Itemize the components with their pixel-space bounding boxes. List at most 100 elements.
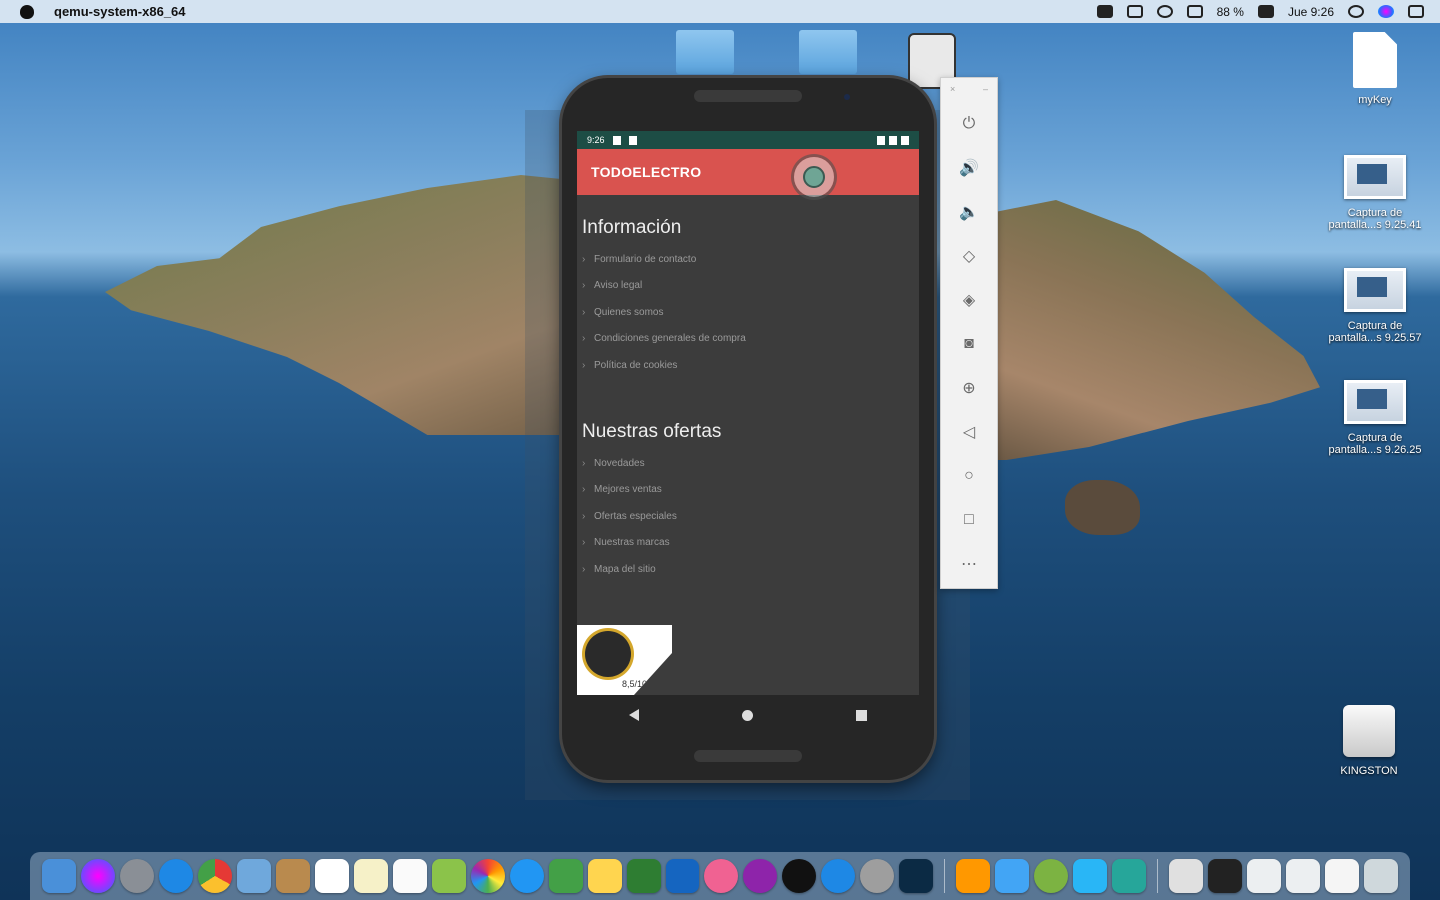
footer-link[interactable]: Mapa del sitio <box>582 557 919 584</box>
home-icon[interactable]: ○ <box>959 466 979 486</box>
reminders-icon[interactable] <box>392 859 427 893</box>
keynote-icon[interactable] <box>665 859 700 893</box>
chrome-icon[interactable] <box>197 859 232 893</box>
stickies-icon[interactable] <box>353 859 388 893</box>
messages-icon[interactable] <box>509 859 544 893</box>
maps-icon[interactable] <box>431 859 466 893</box>
volume-up-icon[interactable]: 🔊 <box>959 158 979 178</box>
footer-link[interactable]: Formulario de contacto <box>582 247 919 274</box>
phone-speaker <box>694 750 802 762</box>
footer-link[interactable]: Novedades <box>582 451 919 478</box>
footer-link[interactable]: Ofertas especiales <box>582 504 919 531</box>
rotate-left-icon[interactable]: ◇ <box>959 246 979 266</box>
desktop-folder[interactable] <box>799 30 857 74</box>
document-icon <box>1353 32 1397 88</box>
menu-bar-status: 88 % Jue 9:26 <box>1096 0 1424 23</box>
close-icon[interactable]: × <box>950 84 955 94</box>
sublime-icon[interactable] <box>956 859 991 893</box>
footer-link[interactable]: Quienes somos <box>582 300 919 327</box>
menu-bar-clock[interactable]: Jue 9:26 <box>1288 5 1334 19</box>
notes-icon[interactable] <box>587 859 622 893</box>
android-status-bar: 9:26 <box>577 131 919 149</box>
siri-icon[interactable] <box>80 859 115 893</box>
tv-icon[interactable] <box>782 859 817 893</box>
sd-card-icon <box>628 135 637 145</box>
preview-icon[interactable] <box>236 859 271 893</box>
system-preferences-icon[interactable] <box>860 859 895 893</box>
overview-icon[interactable]: □ <box>959 510 979 530</box>
app-store-icon[interactable] <box>821 859 856 893</box>
emulator-toolbar: × – ⏻ 🔊 🔈 ◇ ◈ ◙ ⊕ ◁ ○ □ ⋯ <box>940 77 998 589</box>
app-bar: TODOELECTRO <box>577 149 919 197</box>
photoshop-icon[interactable] <box>899 859 934 893</box>
migration-icon[interactable] <box>1073 859 1108 893</box>
safari-icon[interactable] <box>158 859 193 893</box>
active-app-name[interactable]: qemu-system-x86_64 <box>54 4 186 19</box>
desktop-folder[interactable] <box>676 30 734 74</box>
trash-icon[interactable] <box>1363 859 1398 893</box>
spotlight-icon[interactable] <box>1348 5 1364 18</box>
airplay-icon[interactable] <box>1126 5 1143 18</box>
footer-link[interactable]: Política de cookies <box>582 353 919 380</box>
battery-percentage[interactable]: 88 % <box>1217 5 1244 19</box>
xcode-icon[interactable] <box>995 859 1030 893</box>
rotate-right-icon[interactable]: ◈ <box>959 290 979 310</box>
desktop-item-mykey[interactable]: myKey <box>1320 32 1430 106</box>
home-icon[interactable] <box>741 709 753 721</box>
phone-camera <box>844 94 850 100</box>
footer-section-ofertas: Nuestras ofertas Novedades Mejores venta… <box>577 421 919 583</box>
terminal-icon[interactable] <box>1112 859 1147 893</box>
more-icon[interactable]: ⋯ <box>959 554 979 574</box>
podcasts-icon[interactable] <box>743 859 778 893</box>
minimize-icon[interactable]: – <box>983 84 988 94</box>
desktop-item-screenshot[interactable]: Captura de pantalla...s 9.26.25 <box>1320 380 1430 456</box>
overview-icon[interactable] <box>856 709 868 721</box>
battery-icon[interactable] <box>1257 5 1274 18</box>
app-title[interactable]: TODOELECTRO <box>591 164 701 180</box>
cloud-icon[interactable] <box>1096 5 1113 18</box>
screenshot-thumbnail-icon <box>1344 268 1406 312</box>
desktop-wallpaper-rock <box>1065 480 1140 535</box>
desktop-wallpaper-island-right <box>990 200 1320 460</box>
screenshot-stack-icon[interactable] <box>1247 859 1282 893</box>
facetime-icon[interactable] <box>548 859 583 893</box>
screenshot-stack-icon[interactable] <box>1286 859 1320 893</box>
footer-link[interactable]: Nuestras marcas <box>582 530 919 557</box>
dock-separator <box>1157 859 1159 893</box>
time-machine-icon[interactable] <box>1156 5 1173 18</box>
notification-center-icon[interactable] <box>1408 5 1424 18</box>
footer-link[interactable]: Aviso legal <box>582 273 919 300</box>
launchpad-icon[interactable] <box>119 859 154 893</box>
desktop-item-screenshot[interactable]: Captura de pantalla...s 9.25.41 <box>1320 155 1430 231</box>
power-icon[interactable]: ⏻ <box>959 114 979 134</box>
footer-link[interactable]: Mejores ventas <box>582 477 919 504</box>
numbers-icon[interactable] <box>626 859 661 893</box>
desktop-item-drive[interactable]: KINGSTON <box>1314 705 1424 777</box>
volume-down-icon[interactable]: 🔈 <box>959 202 979 222</box>
photos-icon[interactable] <box>470 859 505 893</box>
screenshot-thumbnail-icon <box>1344 155 1406 199</box>
touch-pointer-icon <box>794 157 834 197</box>
wifi-icon[interactable] <box>1186 5 1203 18</box>
zoom-icon[interactable]: ⊕ <box>959 378 979 398</box>
back-icon[interactable]: ◁ <box>959 422 979 442</box>
notebook-icon[interactable] <box>275 859 310 893</box>
footer-link[interactable]: Condiciones generales de compra <box>582 326 919 353</box>
document-stack-icon[interactable] <box>1325 859 1359 893</box>
downloads-icon[interactable] <box>1169 859 1204 893</box>
calendar-icon[interactable] <box>314 859 349 893</box>
screenshot-stack-icon[interactable] <box>1208 859 1243 893</box>
camera-icon[interactable]: ◙ <box>959 334 979 354</box>
wifi-icon <box>877 135 885 145</box>
section-title: Nuestras ofertas <box>582 420 722 442</box>
finder-icon[interactable] <box>42 859 76 893</box>
menu-bar: qemu-system-x86_64 88 % Jue 9:26 <box>0 0 1440 23</box>
phone-screen[interactable]: 9:26 TODOELECTRO Información Formulario … <box>577 131 919 695</box>
siri-icon[interactable] <box>1378 5 1394 18</box>
rating-badge[interactable]: 8,5/10 <box>577 625 672 695</box>
android-studio-icon[interactable] <box>1034 859 1069 893</box>
music-icon[interactable] <box>704 859 739 893</box>
desktop-item-screenshot[interactable]: Captura de pantalla...s 9.25.57 <box>1320 268 1430 344</box>
back-icon[interactable] <box>628 709 639 721</box>
apple-icon[interactable] <box>20 4 34 19</box>
